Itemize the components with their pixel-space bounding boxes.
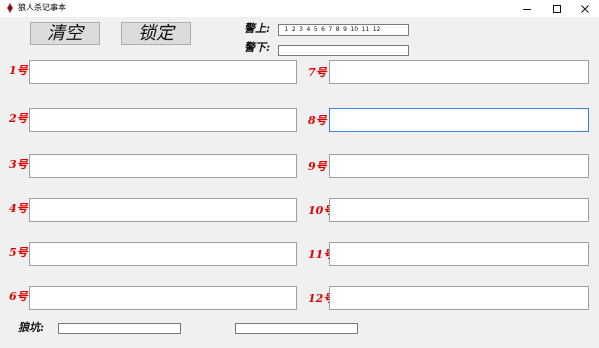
player-6-label: 6号 [9,290,28,303]
player-7-label: 7号 [308,66,327,79]
clear-button[interactable]: 清空 [30,22,100,45]
lock-button[interactable]: 锁定 [121,22,191,45]
sheriff-down-field[interactable] [278,45,409,56]
player-2-note[interactable] [29,108,297,132]
close-icon [581,4,589,13]
sheriff-number[interactable]: 11 [360,25,371,35]
sheriff-down-label: 警下: [244,41,271,54]
app-logo-icon [7,3,13,13]
sheriff-number[interactable]: 4 [305,25,312,35]
player-2-label: 2号 [9,112,28,125]
player-1-note[interactable] [29,60,297,84]
player-12-note[interactable] [329,286,589,310]
player-9-label: 9号 [308,160,327,173]
player-3-label: 3号 [9,158,28,171]
sheriff-up-label: 警上: [244,22,271,35]
player-5-note[interactable] [29,242,297,266]
maximize-icon [553,4,561,13]
sheriff-number[interactable]: 10 [349,25,360,35]
minimize-button[interactable] [513,0,541,17]
sheriff-number-strip: 1 2 3 4 5 6 7 8 9 10 11 12 [283,25,382,35]
sheriff-number[interactable]: 5 [312,25,319,35]
title-bar: 狼人杀记事本 [0,0,599,17]
player-4-label: 4号 [9,202,28,215]
sheriff-number[interactable]: 6 [320,25,327,35]
player-9-note[interactable] [329,154,589,178]
sheriff-number[interactable]: 12 [371,25,382,35]
wolf-pit-field-1[interactable] [58,323,181,334]
player-8-label: 8号 [308,114,327,127]
minimize-icon [523,8,531,10]
player-7-note[interactable] [329,60,589,84]
sheriff-number[interactable]: 7 [327,25,334,35]
wolf-pit-label: 狼坑: [18,321,45,334]
player-3-note[interactable] [29,154,297,178]
sheriff-number[interactable]: 8 [334,25,341,35]
player-5-label: 5号 [9,246,28,259]
close-button[interactable] [571,0,599,17]
sheriff-number[interactable]: 3 [298,25,305,35]
player-11-note[interactable] [329,242,589,266]
player-1-label: 1号 [9,64,28,77]
sheriff-number[interactable]: 9 [342,25,349,35]
sheriff-number[interactable]: 1 [283,25,290,35]
player-10-note[interactable] [329,198,589,222]
maximize-button[interactable] [543,0,571,17]
window-title: 狼人杀记事本 [18,3,66,12]
player-6-note[interactable] [29,286,297,310]
player-4-note[interactable] [29,198,297,222]
wolf-pit-field-2[interactable] [235,323,358,334]
sheriff-number[interactable]: 2 [290,25,297,35]
player-8-note[interactable] [329,108,589,132]
